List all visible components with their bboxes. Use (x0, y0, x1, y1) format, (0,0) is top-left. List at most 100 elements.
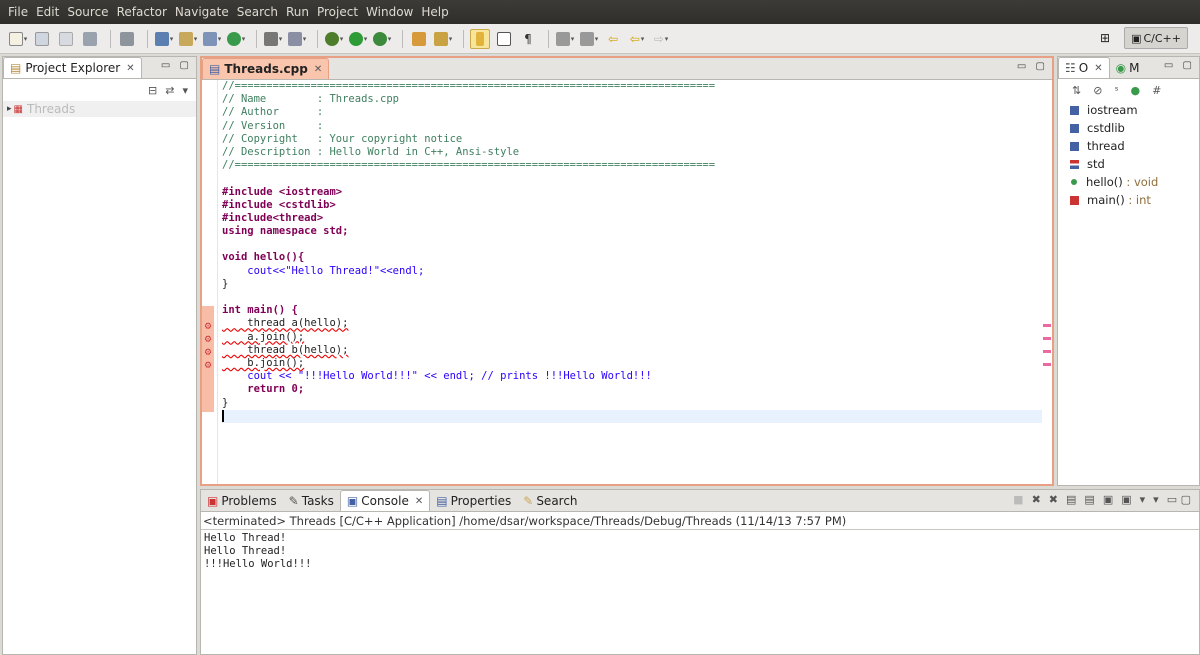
error-overview-marker[interactable] (1043, 337, 1051, 340)
overview-ruler (1042, 80, 1052, 484)
hide-nonpublic-icon[interactable]: ● (1131, 84, 1141, 97)
include-icon (1070, 123, 1079, 133)
tree-item-threads[interactable]: ▸ ▦ Threads (3, 101, 196, 117)
minimize-maximize-icons[interactable]: ▭ ▢ (1017, 61, 1048, 72)
scroll-lock-icon[interactable]: ▤ (1084, 493, 1094, 506)
minimize-maximize-icons[interactable]: ▭ ▢ (1164, 60, 1195, 71)
menu-file[interactable]: File (4, 0, 32, 24)
new-class-icon[interactable] (226, 29, 246, 49)
outline-item-std[interactable]: std (1058, 155, 1199, 173)
close-icon[interactable]: ✕ (1094, 63, 1102, 74)
next-annotation-icon[interactable] (555, 29, 575, 49)
group-icon[interactable]: # (1152, 84, 1161, 97)
error-marker-icon[interactable]: ⚙ (204, 335, 214, 345)
remove-launch-icon[interactable]: ✖ (1032, 493, 1041, 506)
collapse-all-icon[interactable]: ⊟ (148, 84, 157, 97)
toolbar-divider (256, 29, 257, 48)
code-line: cout<<"Hello Thread!"<<endl; (222, 264, 425, 277)
toggle-block-selection-icon[interactable] (494, 29, 514, 49)
print-icon[interactable] (80, 29, 100, 49)
pin-console-icon[interactable]: ▣ (1103, 493, 1113, 506)
new-source-folder-icon[interactable] (178, 29, 198, 49)
minimize-maximize-icons[interactable]: ▭ ▢ (161, 60, 192, 71)
tab-console[interactable]: ▣ Console ✕ (339, 490, 431, 511)
close-icon[interactable]: ✕ (415, 496, 423, 507)
menu-source[interactable]: Source (63, 0, 112, 24)
terminate-icon[interactable]: ■ (1013, 493, 1023, 506)
perspective-button-cpp[interactable]: ▣ C/C++ (1124, 27, 1188, 49)
open-perspective-icon[interactable]: ⊞ (1096, 29, 1114, 47)
menu-project[interactable]: Project (313, 0, 362, 24)
new-cpp-project-icon[interactable] (154, 29, 174, 49)
project-explorer-toolbar: ⊟ ⇄ ▾ (3, 79, 196, 101)
last-edit-location-icon[interactable]: ⇦ (603, 29, 623, 49)
build-icon[interactable] (263, 29, 283, 49)
new-source-file-icon[interactable] (202, 29, 222, 49)
menu-refactor[interactable]: Refactor (113, 0, 171, 24)
external-tools-icon[interactable] (433, 29, 453, 49)
remove-all-terminated-icon[interactable]: ✖ (1049, 493, 1058, 506)
toggle-mark-occurrences-icon[interactable] (470, 28, 490, 49)
previous-annotation-icon[interactable] (579, 29, 599, 49)
outline-item-main[interactable]: main() : int (1058, 191, 1199, 209)
tab-project-explorer[interactable]: ▤ Project Explorer ✕ (3, 57, 142, 78)
main-toolbar: ¶ ⇦ ⇦ ⇨ ⊞ ▣ C/C++ (0, 24, 1200, 54)
menu-help[interactable]: Help (417, 0, 452, 24)
debug-icon[interactable] (324, 29, 344, 49)
menu-edit[interactable]: Edit (32, 0, 63, 24)
tab-search[interactable]: ✎ Search (517, 490, 583, 511)
outline-item-cstdlib[interactable]: cstdlib (1058, 119, 1199, 137)
error-marker-icon[interactable]: ⚙ (204, 361, 214, 371)
tab-tasks[interactable]: ✎ Tasks (283, 490, 340, 511)
hide-static-icon[interactable]: ˢ (1114, 84, 1118, 97)
close-icon[interactable]: ✕ (126, 63, 134, 74)
tab-make-targets[interactable]: ◉ M (1110, 57, 1146, 78)
outline-item-thread[interactable]: thread (1058, 137, 1199, 155)
menu-navigate[interactable]: Navigate (171, 0, 233, 24)
cpp-project-icon: ▦ (13, 103, 23, 115)
error-overview-marker[interactable] (1043, 363, 1051, 366)
show-whitespace-icon[interactable]: ¶ (518, 29, 538, 49)
menu-search[interactable]: Search (233, 0, 282, 24)
save-all-icon[interactable] (56, 29, 76, 49)
error-overview-marker[interactable] (1043, 350, 1051, 353)
forward-icon[interactable]: ⇨ (651, 29, 671, 49)
code-line: // Author : (222, 106, 324, 119)
expand-arrow-icon[interactable]: ▸ (7, 104, 12, 114)
tab-threads-cpp[interactable]: ▤ Threads.cpp ✕ (202, 58, 330, 79)
error-overview-marker[interactable] (1043, 324, 1051, 327)
new-console-icon[interactable]: ▾ (1153, 493, 1159, 506)
error-marker-icon[interactable]: ⚙ (204, 348, 214, 358)
open-console-icon[interactable]: ▾ (1140, 493, 1146, 506)
console-output[interactable]: Hello Thread! Hello Thread! !!!Hello Wor… (201, 530, 1199, 574)
menu-bar: File Edit Source Refactor Navigate Searc… (0, 0, 1200, 24)
new-icon[interactable] (8, 29, 28, 49)
copy-build-log-icon[interactable]: ▤ (1066, 493, 1076, 506)
menu-run[interactable]: Run (282, 0, 313, 24)
view-menu-icon[interactable]: ▾ (182, 84, 188, 97)
outline-item-hello[interactable]: hello() : void (1058, 173, 1199, 191)
search-icon: ✎ (523, 493, 534, 508)
error-marker-icon[interactable]: ⚙ (204, 322, 214, 332)
back-icon[interactable]: ⇦ (627, 29, 647, 49)
tab-problems[interactable]: ▣ Problems (201, 490, 283, 511)
display-selected-console-icon[interactable]: ▣ (1121, 493, 1131, 506)
minimize-maximize-icons[interactable]: ▭ ▢ (1167, 493, 1191, 506)
search-file-icon[interactable] (287, 29, 307, 49)
build-all-icon[interactable] (117, 29, 137, 49)
run-icon[interactable] (348, 29, 368, 49)
tab-properties[interactable]: ▤ Properties (430, 490, 517, 511)
profile-icon[interactable] (372, 29, 392, 49)
menu-window[interactable]: Window (362, 0, 417, 24)
link-with-editor-icon[interactable]: ⇄ (165, 84, 174, 97)
outline-item-iostream[interactable]: iostream (1058, 101, 1199, 119)
save-icon[interactable] (32, 29, 52, 49)
open-type-icon[interactable] (409, 29, 429, 49)
close-icon[interactable]: ✕ (314, 64, 322, 75)
sort-icon[interactable]: ⇅ (1072, 84, 1081, 97)
code-editor[interactable]: //======================================… (220, 80, 1042, 484)
outline-toolbar: ⇅ ⊘ ˢ ● # (1058, 79, 1199, 101)
tab-outline[interactable]: ☷ O ✕ (1058, 57, 1110, 78)
hide-fields-icon[interactable]: ⊘ (1093, 84, 1102, 97)
cpp-perspective-icon: ▣ (1131, 31, 1142, 45)
